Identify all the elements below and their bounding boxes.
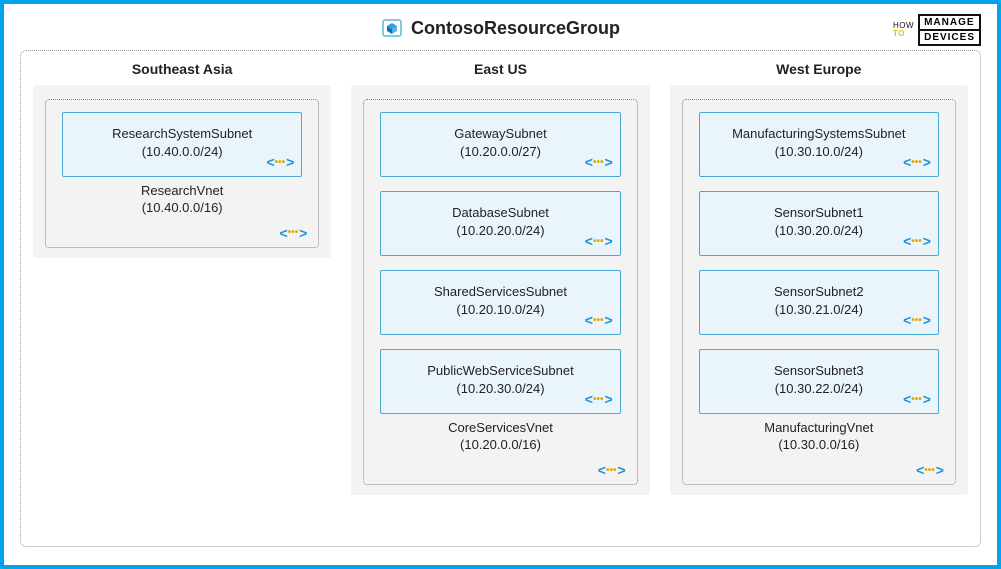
vnet-peering-icon: <•••> [266,153,293,172]
resource-group-icon [381,17,403,39]
vnet-icon: <•••> [598,462,625,478]
subnet-box: DatabaseSubnet (10.20.20.0/24) <•••> [380,191,620,256]
vnet-peering-icon: <•••> [585,153,612,172]
subnet-name: SensorSubnet1 [708,204,930,222]
vnet-core-services: GatewaySubnet (10.20.0.0/27) <•••> Datab… [363,99,637,485]
vnet-label: CoreServicesVnet (10.20.0.0/16) [380,420,620,454]
vnet-peering-icon: <•••> [903,153,930,172]
subnet-box: SensorSubnet3 (10.30.22.0/24) <•••> [699,349,939,414]
region-title: West Europe [776,61,861,77]
subnet-box: ResearchSystemSubnet (10.40.0.0/24) <•••… [62,112,302,177]
vnet-cidr: (10.20.0.0/16) [380,437,620,454]
brand-box: MANAGE DEVICES [918,14,981,46]
region-west-europe: West Europe ManufacturingSystemsSubnet (… [670,59,968,495]
subnet-name: SensorSubnet2 [708,283,930,301]
region-southeast-asia: Southeast Asia ResearchSystemSubnet (10.… [33,59,331,258]
vnet-peering-icon: <•••> [585,232,612,251]
vnet-name: CoreServicesVnet [380,420,620,437]
brand-badge: HOW TO MANAGE DEVICES [893,14,981,46]
subnet-name: ResearchSystemSubnet [71,125,293,143]
subnet-cidr: (10.20.0.0/27) [389,143,611,161]
subnet-list: ManufacturingSystemsSubnet (10.30.10.0/2… [699,112,939,414]
vnet-peering-icon: <•••> [903,232,930,251]
subnet-cidr: (10.20.30.0/24) [389,380,611,398]
subnet-name: SensorSubnet3 [708,362,930,380]
vnet-manufacturing: ManufacturingSystemsSubnet (10.30.10.0/2… [682,99,956,485]
vnet-peering-icon: <•••> [585,311,612,330]
vnet-peering-icon: <•••> [903,390,930,409]
subnet-name: PublicWebServiceSubnet [389,362,611,380]
region-title: Southeast Asia [132,61,233,77]
resource-group-title: ContosoResourceGroup [381,17,620,39]
vnet-peering-icon: <•••> [903,311,930,330]
subnet-box: ManufacturingSystemsSubnet (10.30.10.0/2… [699,112,939,177]
region-east-us: East US GatewaySubnet (10.20.0.0/27) <••… [351,59,649,495]
brand-howto: HOW TO [893,22,914,38]
vnet-research: ResearchSystemSubnet (10.40.0.0/24) <•••… [45,99,319,248]
subnet-box: PublicWebServiceSubnet (10.20.30.0/24) <… [380,349,620,414]
subnet-cidr: (10.30.20.0/24) [708,222,930,240]
region-body: ResearchSystemSubnet (10.40.0.0/24) <•••… [33,85,331,258]
subnet-name: DatabaseSubnet [389,204,611,222]
region-body: GatewaySubnet (10.20.0.0/27) <•••> Datab… [351,85,649,495]
subnet-box: SensorSubnet2 (10.30.21.0/24) <•••> [699,270,939,335]
subnet-box: SensorSubnet1 (10.30.20.0/24) <•••> [699,191,939,256]
subnet-cidr: (10.20.10.0/24) [389,301,611,319]
subnet-cidr: (10.30.22.0/24) [708,380,930,398]
vnet-cidr: (10.40.0.0/16) [62,200,302,217]
vnet-label: ManufacturingVnet (10.30.0.0/16) [699,420,939,454]
vnet-cidr: (10.30.0.0/16) [699,437,939,454]
subnet-cidr: (10.30.10.0/24) [708,143,930,161]
subnet-list: GatewaySubnet (10.20.0.0/27) <•••> Datab… [380,112,620,414]
subnet-name: ManufacturingSystemsSubnet [708,125,930,143]
vnet-name: ManufacturingVnet [699,420,939,437]
vnet-name: ResearchVnet [62,183,302,200]
vnet-label: ResearchVnet (10.40.0.0/16) [62,183,302,217]
region-title: East US [474,61,527,77]
subnet-name: GatewaySubnet [389,125,611,143]
vnet-icon: <•••> [279,225,306,241]
diagram-header: ContosoResourceGroup HOW TO MANAGE DEVIC… [20,12,981,44]
vnet-peering-icon: <•••> [585,390,612,409]
vnet-icon: <•••> [916,462,943,478]
subnet-name: SharedServicesSubnet [389,283,611,301]
subnet-cidr: (10.20.20.0/24) [389,222,611,240]
subnet-box: SharedServicesSubnet (10.20.10.0/24) <••… [380,270,620,335]
resource-group-name: ContosoResourceGroup [411,18,620,39]
subnet-cidr: (10.40.0.0/24) [71,143,293,161]
region-body: ManufacturingSystemsSubnet (10.30.10.0/2… [670,85,968,495]
subnet-list: ResearchSystemSubnet (10.40.0.0/24) <•••… [62,112,302,177]
subnet-cidr: (10.30.21.0/24) [708,301,930,319]
resource-group-frame: Southeast Asia ResearchSystemSubnet (10.… [20,50,981,547]
subnet-box: GatewaySubnet (10.20.0.0/27) <•••> [380,112,620,177]
